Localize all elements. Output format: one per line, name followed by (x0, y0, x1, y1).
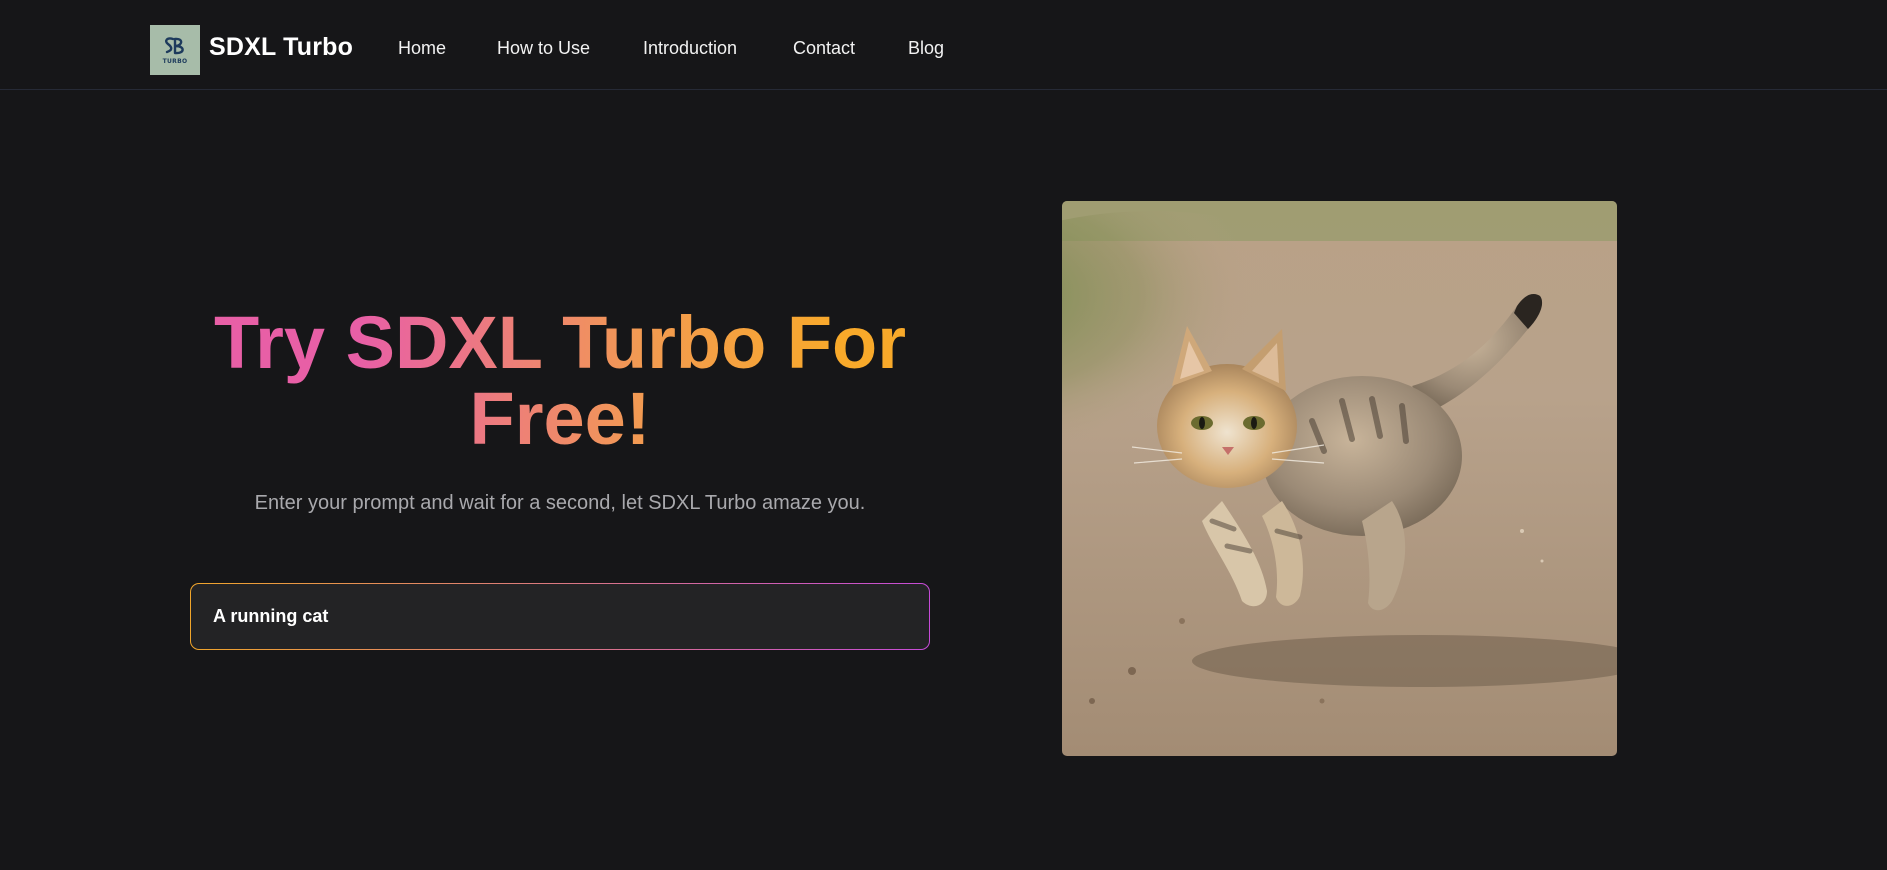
hero-title: Try SDXL Turbo For Free! (160, 305, 960, 457)
nav-blog[interactable]: Blog (908, 38, 944, 59)
logo-mark (165, 37, 184, 55)
hero-subtitle: Enter your prompt and wait for a second,… (254, 492, 866, 514)
generated-image (1062, 201, 1617, 756)
nav-introduction[interactable]: Introduction (643, 38, 737, 59)
top-navigation-bar: TURBO SDXL Turbo Home How to Use Introdu… (0, 0, 1887, 90)
hero-title-line1: Try SDXL Turbo For (213, 301, 907, 384)
nav-contact[interactable]: Contact (793, 38, 855, 59)
logo-icon[interactable]: TURBO (150, 25, 200, 75)
hero-title-line2: Free! (469, 377, 651, 460)
nav-home[interactable]: Home (398, 38, 446, 59)
nav-how-to-use[interactable]: How to Use (497, 38, 590, 59)
logo-subtext: TURBO (162, 58, 188, 65)
prompt-input[interactable] (191, 584, 929, 649)
brand-name[interactable]: SDXL Turbo (209, 33, 353, 62)
prompt-field-border (190, 583, 930, 650)
running-cat-image (1062, 201, 1617, 756)
